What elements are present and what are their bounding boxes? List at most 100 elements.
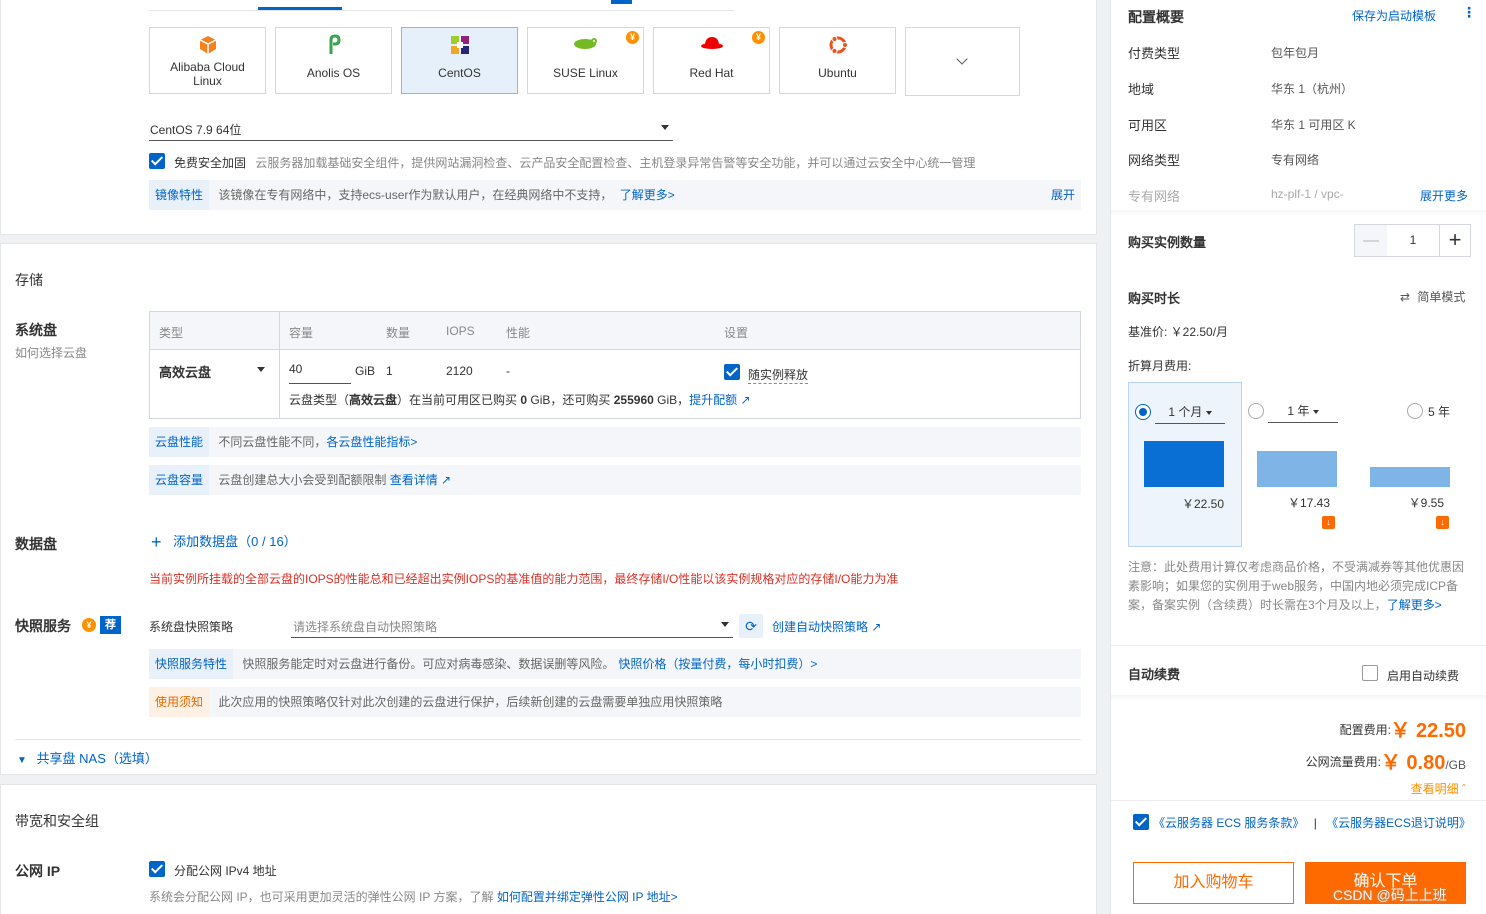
raise-quota-link[interactable]: 提升配额 (689, 393, 737, 407)
snapshot-notice-text: 此次应用的快照策略仅针对此次创建的云盘进行保护，后续新创建的云盘需要单独应用快照… (218, 695, 723, 709)
create-snapshot-policy-link[interactable]: 创建自动快照策略 ↗ (772, 618, 881, 635)
snapshot-policy-label: 系统盘快照策略 (149, 620, 234, 634)
caret-down-icon (661, 125, 669, 130)
col-capacity: 容量 (289, 326, 314, 340)
disk-capacity-input[interactable]: 40 (289, 362, 351, 384)
view-detail-link[interactable]: 查看明细 ˆ (1411, 780, 1466, 797)
plan-label: 1 年 (1287, 404, 1310, 418)
snapshot-price-link[interactable]: 快照价格（按量付费，每小时扣费）> (618, 657, 817, 671)
external-link-icon: ↗ (737, 393, 751, 407)
learn-more-link[interactable]: 了解更多> (620, 188, 675, 202)
col-settings: 设置 (724, 326, 749, 340)
discount-icon: ↓ (1322, 516, 1335, 529)
system-disk-label: 系统盘 (15, 322, 57, 338)
expand-more-link[interactable]: 展开更多 (1420, 187, 1468, 204)
divider (1111, 645, 1486, 646)
plan-5year[interactable]: 5 年 ￥9.55 ↓ (1356, 382, 1470, 547)
plan-radio[interactable] (1135, 404, 1151, 420)
iops-warning: 当前实例所挂载的全部云盘的IOPS的性能总和已经超出实例IOPS的基准值的能力范… (149, 572, 899, 586)
learn-more-link[interactable]: 了解更多> (1387, 598, 1442, 612)
os-name: Anolis OS (306, 66, 361, 80)
os-more-dropdown[interactable] (905, 27, 1020, 96)
discount-icon: ↓ (1436, 516, 1449, 529)
auto-renew-checkbox[interactable] (1362, 665, 1378, 681)
external-link-icon: ↗ (437, 473, 452, 487)
os-card-redhat[interactable]: Red Hat ¥ (653, 27, 770, 94)
eip-howto-link[interactable]: 如何配置并绑定弹性公网 IP 地址> (497, 890, 678, 904)
view-details-link[interactable]: 查看详情 (390, 473, 438, 487)
alibaba-cloud-icon (150, 34, 265, 62)
traffic-fee: ￥ 0.80/GB (1381, 746, 1466, 775)
snapshot-feature-text: 快照服务能定时对云盘进行备份。可应对病毒感染、数据误删等风险。 (242, 657, 615, 671)
summary-title: 配置概要 (1128, 9, 1184, 25)
disk-cap-text: 云盘创建总大小会受到配额限制 (218, 473, 390, 487)
os-card-anolis[interactable]: Anolis OS (275, 27, 392, 94)
release-with-instance-checkbox[interactable] (724, 364, 740, 380)
disk-cap-tag: 云盘容量 (149, 465, 210, 495)
ubuntu-icon (780, 34, 895, 62)
nas-label: 共享盘 NAS（选填） (36, 751, 158, 766)
fade-divider (1111, 695, 1486, 701)
plan-radio[interactable] (1407, 403, 1423, 419)
qty-value: 1 (1409, 233, 1417, 247)
plan-price: ￥9.55 (1408, 496, 1444, 510)
qty-label: 购买实例数量 (1128, 235, 1207, 250)
caret-down-icon (257, 367, 265, 372)
terms-link-2[interactable]: 《云服务器ECS退订说明》 (1326, 816, 1471, 830)
os-card-centos[interactable]: CentOS (401, 27, 518, 94)
config-fee-label: 配置费用: (1339, 723, 1391, 737)
fade-divider (1111, 210, 1486, 216)
disk-type-value: 高效云盘 (159, 365, 212, 380)
os-card-alibaba[interactable]: Alibaba Cloud Linux (149, 27, 266, 94)
image-version-select[interactable]: CentOS 7.9 64位 (149, 117, 673, 141)
terms-link-1[interactable]: 《云服务器 ECS 服务条款》 (1153, 816, 1304, 830)
nas-toggle[interactable]: ▼ 共享盘 NAS（选填） (17, 748, 158, 767)
disk-quota-note: 云盘类型（高效云盘）在当前可用区已购买 0 GiB，还可购买 255960 Gi… (289, 391, 751, 408)
storage-section: 存储 系统盘 如何选择云盘 类型 容量 数量 IOPS 性能 设置 高效云盘 4… (0, 243, 1097, 775)
tab-divider (149, 10, 734, 11)
paid-badge-icon: ¥ (752, 31, 765, 44)
public-ip-checkbox[interactable] (149, 861, 165, 877)
nas-divider (15, 739, 1081, 740)
disk-help-link[interactable]: 如何选择云盘 (15, 344, 87, 361)
add-data-disk-button[interactable]: + 添加数据盘（0 / 16） (151, 531, 297, 553)
save-template-link[interactable]: 保存为启动模板 (1352, 7, 1436, 24)
auto-renew-label: 自动续费 (1128, 667, 1181, 682)
data-disk-count: （0 / 16） (238, 534, 297, 549)
plan-radio[interactable] (1248, 403, 1264, 419)
plan-price: ￥22.50 (1181, 497, 1224, 511)
plus-button[interactable]: + (1439, 225, 1470, 256)
col-divider (279, 312, 280, 418)
snapshot-policy-select[interactable]: 请选择系统盘自动快照策略 (291, 612, 733, 638)
os-card-suse[interactable]: SUSE Linux ¥ (527, 27, 644, 94)
snapshot-feature-bar: 快照服务特性 快照服务能定时对云盘进行备份。可应对病毒感染、数据误删等风险。 快照… (149, 649, 1081, 679)
traffic-fee-unit: /GB (1445, 758, 1466, 772)
expand-link[interactable]: 展开 (1051, 180, 1075, 210)
image-feature-text: 该镜像在专有网络中，支持ecs-user作为默认用户，在经典网络中不支持， (218, 188, 613, 202)
refresh-button[interactable]: ⟳ (739, 614, 763, 638)
storage-title: 存储 (15, 272, 43, 288)
terms-separator: | (1313, 816, 1317, 830)
minus-button[interactable]: — (1355, 225, 1387, 256)
more-vertical-icon[interactable]: ⋮ (1462, 4, 1476, 21)
public-ip-label: 公网 IP (15, 863, 61, 879)
vpc-label: 专有网络 (1128, 189, 1181, 204)
security-checkbox[interactable] (149, 153, 165, 169)
simple-mode-toggle[interactable]: ⇄ 简单模式 (1400, 288, 1465, 305)
plan-price: ￥17.43 (1287, 496, 1330, 510)
note-text: GiB， (653, 393, 690, 407)
divider (1111, 800, 1486, 801)
plan-select[interactable]: 1 个月 (1155, 403, 1225, 424)
duration-label: 购买时长 (1128, 291, 1181, 306)
disk-perf-link[interactable]: 各云盘性能指标> (326, 435, 417, 449)
disk-type-select[interactable]: 高效云盘 (159, 362, 269, 380)
price-bar (1144, 441, 1224, 487)
paid-badge-icon: ¥ (82, 618, 96, 632)
add-cart-button[interactable]: 加入购物车 (1133, 862, 1294, 904)
security-desc: 云服务器加载基础安全组件，提供网站漏洞检查、云产品安全配置检查、主机登录异常告警… (255, 156, 976, 170)
plan-select[interactable]: 1 年 (1268, 402, 1338, 423)
os-card-ubuntu[interactable]: Ubuntu (779, 27, 896, 94)
qty-stepper[interactable]: — 1 + (1354, 224, 1471, 257)
disk-perf-text: 不同云盘性能不同， (218, 435, 327, 449)
caret-down-icon (1312, 409, 1319, 414)
